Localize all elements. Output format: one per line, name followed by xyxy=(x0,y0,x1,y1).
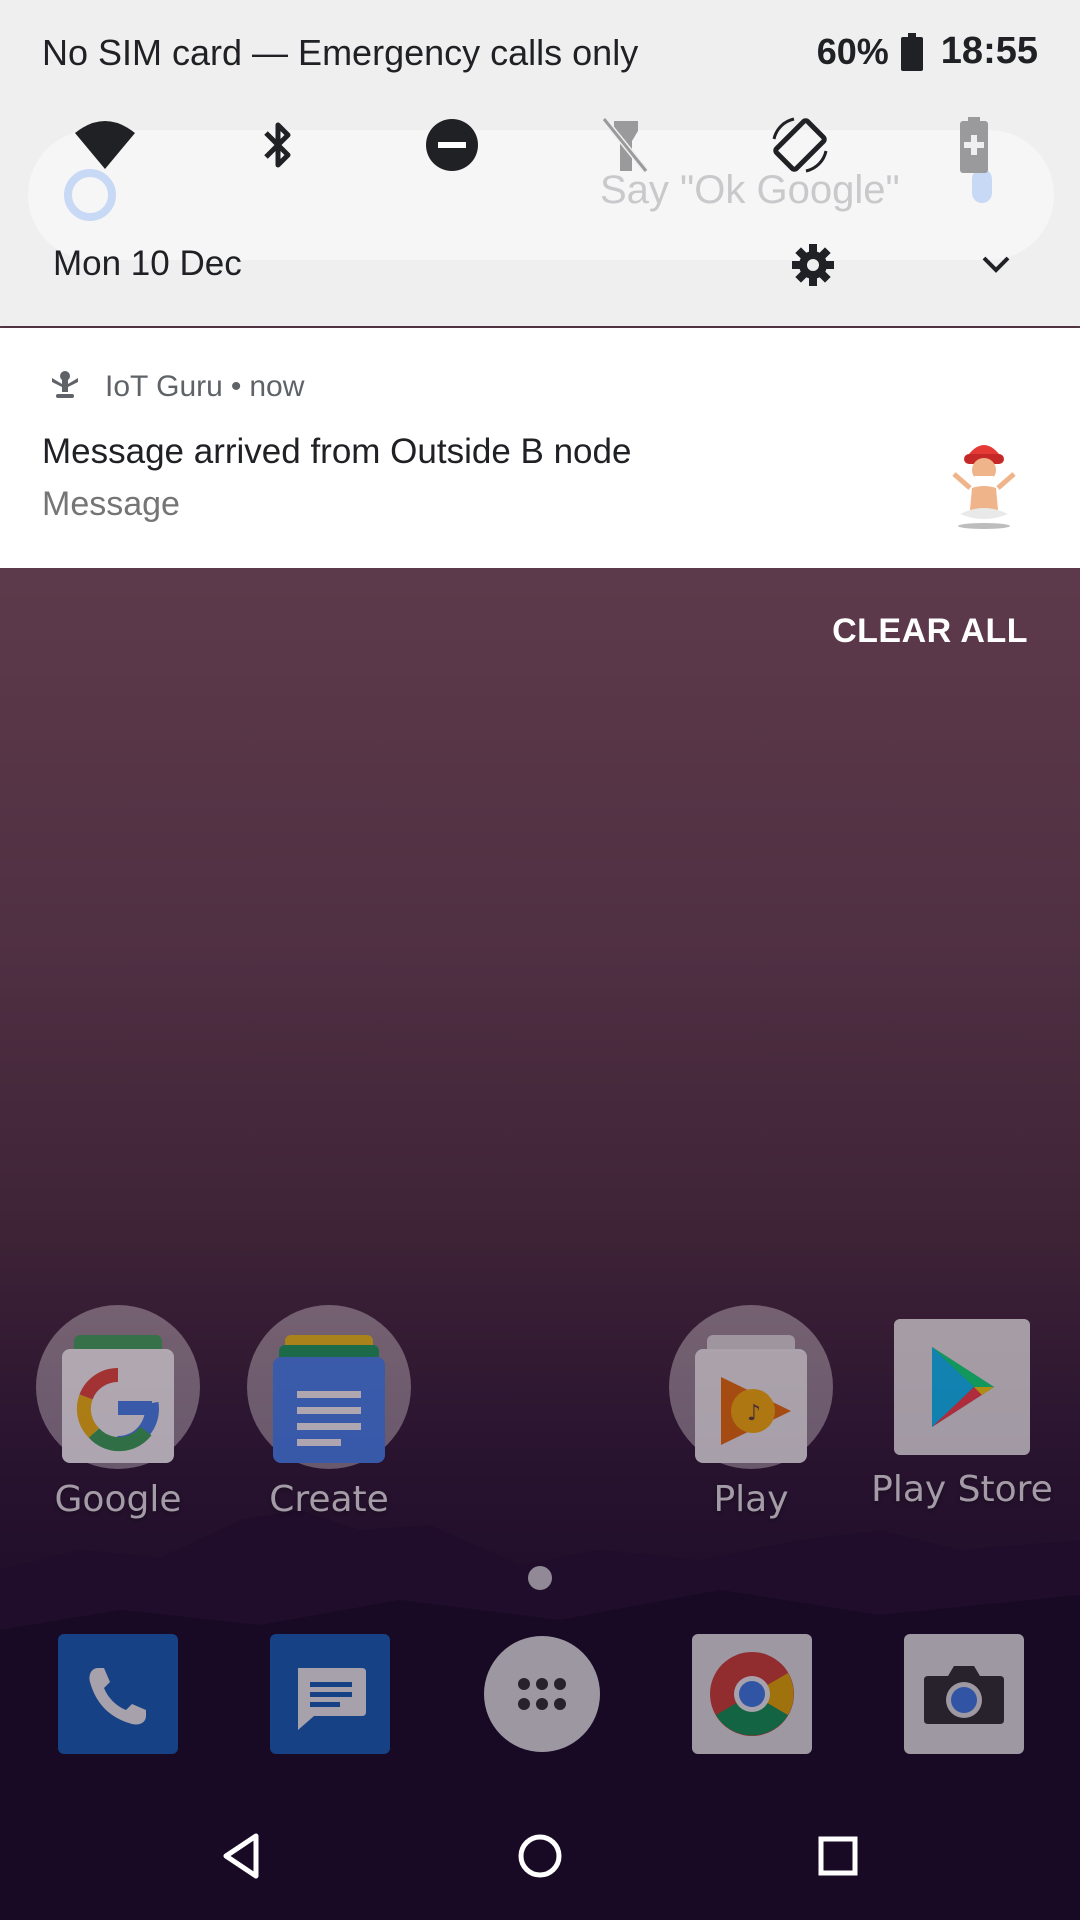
notification-text: Message xyxy=(42,485,180,523)
auto-rotate-icon[interactable] xyxy=(763,108,837,182)
notification-card[interactable]: IoT Guru • now Message arrived from Outsid… xyxy=(0,328,1080,568)
guru-avatar-icon xyxy=(952,445,1016,529)
header-separator: • xyxy=(230,370,242,403)
notification-time: now xyxy=(249,370,305,403)
settings-gear-icon[interactable] xyxy=(790,242,836,288)
messages-icon[interactable] xyxy=(270,1634,390,1754)
app-drawer-icon[interactable] xyxy=(482,1634,602,1754)
play-music-icon: ♪ xyxy=(695,1335,807,1463)
carrier-status: No SIM card — Emergency calls only xyxy=(42,32,639,73)
svg-text:♪: ♪ xyxy=(747,1401,761,1426)
battery-icon xyxy=(900,32,923,71)
play-store-icon xyxy=(894,1319,1030,1455)
bluetooth-icon[interactable] xyxy=(241,108,315,182)
battery-percent: 60% xyxy=(816,30,889,72)
create-folder[interactable]: Create xyxy=(229,1305,429,1520)
folder-background xyxy=(36,1305,200,1469)
flashlight-icon[interactable] xyxy=(589,108,663,182)
status-icons: 60% 18:55 xyxy=(817,30,1038,73)
quick-settings-panel: Say "Ok Google" No SIM card — Emergency … xyxy=(0,0,1080,326)
app-label: Play Store xyxy=(871,1469,1053,1510)
phone-icon[interactable] xyxy=(58,1634,178,1754)
app-label: Play xyxy=(713,1479,789,1520)
app-label: Google xyxy=(54,1479,182,1520)
folder-background xyxy=(247,1305,411,1469)
page-indicator xyxy=(528,1566,552,1590)
clock: 18:55 xyxy=(940,30,1038,72)
play-store-app[interactable]: Play Store xyxy=(862,1305,1062,1510)
notification-header: IoT Guru • now xyxy=(105,370,304,404)
notification-app-name: IoT Guru xyxy=(105,370,223,403)
clear-all-button[interactable]: CLEAR ALL xyxy=(832,612,1028,651)
home-icon[interactable] xyxy=(510,1826,570,1886)
back-icon[interactable] xyxy=(212,1826,272,1886)
do-not-disturb-icon[interactable] xyxy=(415,108,489,182)
battery-saver-icon[interactable] xyxy=(937,108,1011,182)
folder-background: ♪ xyxy=(669,1305,833,1469)
iot-guru-app-icon xyxy=(52,371,78,398)
play-folder[interactable]: ♪ Play xyxy=(651,1305,851,1520)
docs-icon xyxy=(273,1335,385,1463)
google-folder[interactable]: Google xyxy=(18,1305,218,1520)
google-icon xyxy=(62,1335,174,1463)
quick-settings-tiles xyxy=(0,108,1080,182)
chevron-down-icon[interactable] xyxy=(978,250,1014,280)
camera-icon[interactable] xyxy=(904,1634,1024,1754)
recents-icon[interactable] xyxy=(808,1826,868,1886)
notification-title: Message arrived from Outside B node xyxy=(42,432,632,471)
chrome-icon[interactable] xyxy=(692,1634,812,1754)
wifi-icon[interactable] xyxy=(68,108,142,182)
app-label: Create xyxy=(269,1479,389,1520)
shade-date: Mon 10 Dec xyxy=(53,244,242,283)
